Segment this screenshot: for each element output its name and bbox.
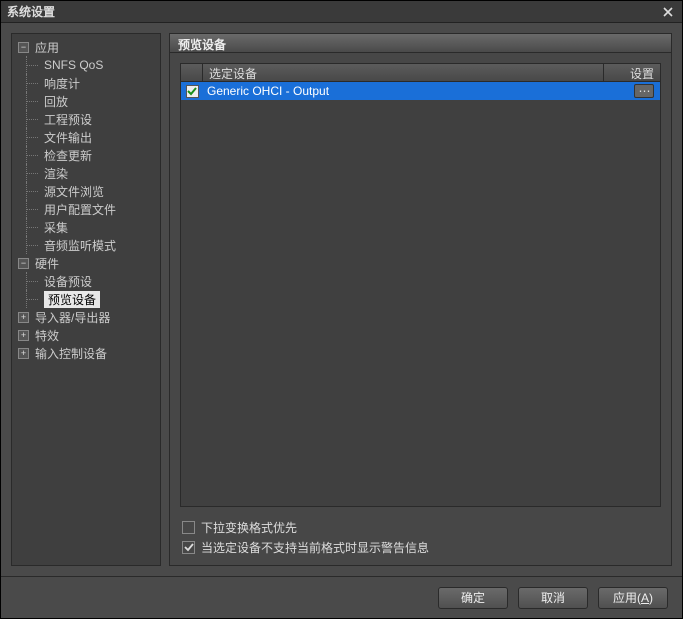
checkbox-warn[interactable] — [182, 541, 195, 554]
tree-label: 特效 — [35, 327, 59, 344]
tree-label: SNFS QoS — [44, 58, 103, 72]
check-icon — [184, 542, 194, 552]
tree-node-snfs-qos[interactable]: SNFS QoS — [14, 56, 158, 74]
option-label: 当选定设备不支持当前格式时显示警告信息 — [201, 539, 429, 556]
tree-label: 渲染 — [44, 165, 68, 182]
system-settings-dialog: 系统设置 − 应用 SNFS QoS 响度计 回放 工程预设 文件输出 检查更新… — [0, 0, 683, 619]
tree-label: 预览设备 — [44, 291, 100, 308]
collapse-icon[interactable]: − — [18, 258, 29, 269]
close-button[interactable] — [660, 4, 676, 20]
cancel-button[interactable]: 取消 — [518, 587, 588, 609]
col-settings[interactable]: 设置 — [604, 64, 660, 81]
apply-accel: (A) — [637, 591, 653, 605]
dialog-title: 系统设置 — [7, 3, 660, 20]
panel-title: 预览设备 — [169, 33, 672, 53]
table-header: 选定设备 设置 — [181, 64, 660, 82]
panel-body: 选定设备 设置 Generic OHCI - Output — [169, 53, 672, 566]
tree-label: 检查更新 — [44, 147, 92, 164]
apply-label: 应用 — [613, 589, 637, 606]
tree-label: 输入控制设备 — [35, 345, 107, 362]
dialog-footer: 确定 取消 应用(A) — [1, 576, 682, 618]
ok-label: 确定 — [461, 589, 485, 606]
tree-label: 硬件 — [35, 255, 59, 272]
tree-node-input-control[interactable]: + 输入控制设备 — [14, 344, 158, 362]
checkbox-pulldown[interactable] — [182, 521, 195, 534]
tree-node-capture[interactable]: 采集 — [14, 218, 158, 236]
expand-icon[interactable]: + — [18, 312, 29, 323]
tree-node-render[interactable]: 渲染 — [14, 164, 158, 182]
dialog-body: − 应用 SNFS QoS 响度计 回放 工程预设 文件输出 检查更新 渲染 源… — [1, 23, 682, 576]
tree-node-user-profile[interactable]: 用户配置文件 — [14, 200, 158, 218]
row-settings-cell: ⋯ — [604, 84, 660, 98]
category-tree[interactable]: − 应用 SNFS QoS 响度计 回放 工程预设 文件输出 检查更新 渲染 源… — [11, 33, 161, 566]
tree-label: 源文件浏览 — [44, 183, 104, 200]
tree-node-preview-device[interactable]: 预览设备 — [14, 290, 158, 308]
row-checkbox-cell — [181, 85, 203, 98]
tree-label: 导入器/导出器 — [35, 309, 110, 326]
tree-label: 音频监听模式 — [44, 237, 116, 254]
tree-label: 采集 — [44, 219, 68, 236]
tree-label: 用户配置文件 — [44, 201, 116, 218]
row-checkbox[interactable] — [186, 85, 199, 98]
tree-label: 文件输出 — [44, 129, 92, 146]
option-pulldown-priority[interactable]: 下拉变换格式优先 — [182, 517, 661, 537]
collapse-icon[interactable]: − — [18, 42, 29, 53]
tree-node-device-preset[interactable]: 设备预设 — [14, 272, 158, 290]
tree-node-importer-exporter[interactable]: + 导入器/导出器 — [14, 308, 158, 326]
options-group: 下拉变换格式优先 当选定设备不支持当前格式时显示警告信息 — [180, 515, 661, 557]
tree-node-playback[interactable]: 回放 — [14, 92, 158, 110]
tree-node-app[interactable]: − 应用 — [14, 38, 158, 56]
check-icon — [187, 86, 197, 96]
table-rows: Generic OHCI - Output ⋯ — [181, 82, 660, 506]
titlebar: 系统设置 — [1, 1, 682, 23]
expand-icon[interactable]: + — [18, 330, 29, 341]
cancel-label: 取消 — [541, 589, 565, 606]
tree-node-effects[interactable]: + 特效 — [14, 326, 158, 344]
col-device[interactable]: 选定设备 — [203, 64, 604, 81]
expand-icon[interactable]: + — [18, 348, 29, 359]
tree-label: 响度计 — [44, 75, 80, 92]
ok-button[interactable]: 确定 — [438, 587, 508, 609]
main-panel: 预览设备 选定设备 设置 — [169, 33, 672, 566]
apply-button[interactable]: 应用(A) — [598, 587, 668, 609]
device-table: 选定设备 设置 Generic OHCI - Output — [180, 63, 661, 507]
tree-label: 回放 — [44, 93, 68, 110]
close-icon — [663, 7, 673, 17]
row-device-name: Generic OHCI - Output — [203, 84, 604, 98]
tree-node-loudness[interactable]: 响度计 — [14, 74, 158, 92]
tree-label: 应用 — [35, 39, 59, 56]
tree-node-file-output[interactable]: 文件输出 — [14, 128, 158, 146]
row-settings-button[interactable]: ⋯ — [634, 84, 654, 98]
tree-node-source-browse[interactable]: 源文件浏览 — [14, 182, 158, 200]
tree-node-project-preset[interactable]: 工程预设 — [14, 110, 158, 128]
tree-label: 工程预设 — [44, 111, 92, 128]
ellipsis-icon: ⋯ — [639, 84, 650, 98]
option-label: 下拉变换格式优先 — [201, 519, 297, 536]
col-checkbox — [181, 64, 203, 81]
table-row[interactable]: Generic OHCI - Output ⋯ — [181, 82, 660, 100]
option-warn-unsupported[interactable]: 当选定设备不支持当前格式时显示警告信息 — [182, 537, 661, 557]
tree-label: 设备预设 — [44, 273, 92, 290]
tree-node-audio-monitor[interactable]: 音频监听模式 — [14, 236, 158, 254]
tree-node-check-update[interactable]: 检查更新 — [14, 146, 158, 164]
tree-node-hardware[interactable]: − 硬件 — [14, 254, 158, 272]
